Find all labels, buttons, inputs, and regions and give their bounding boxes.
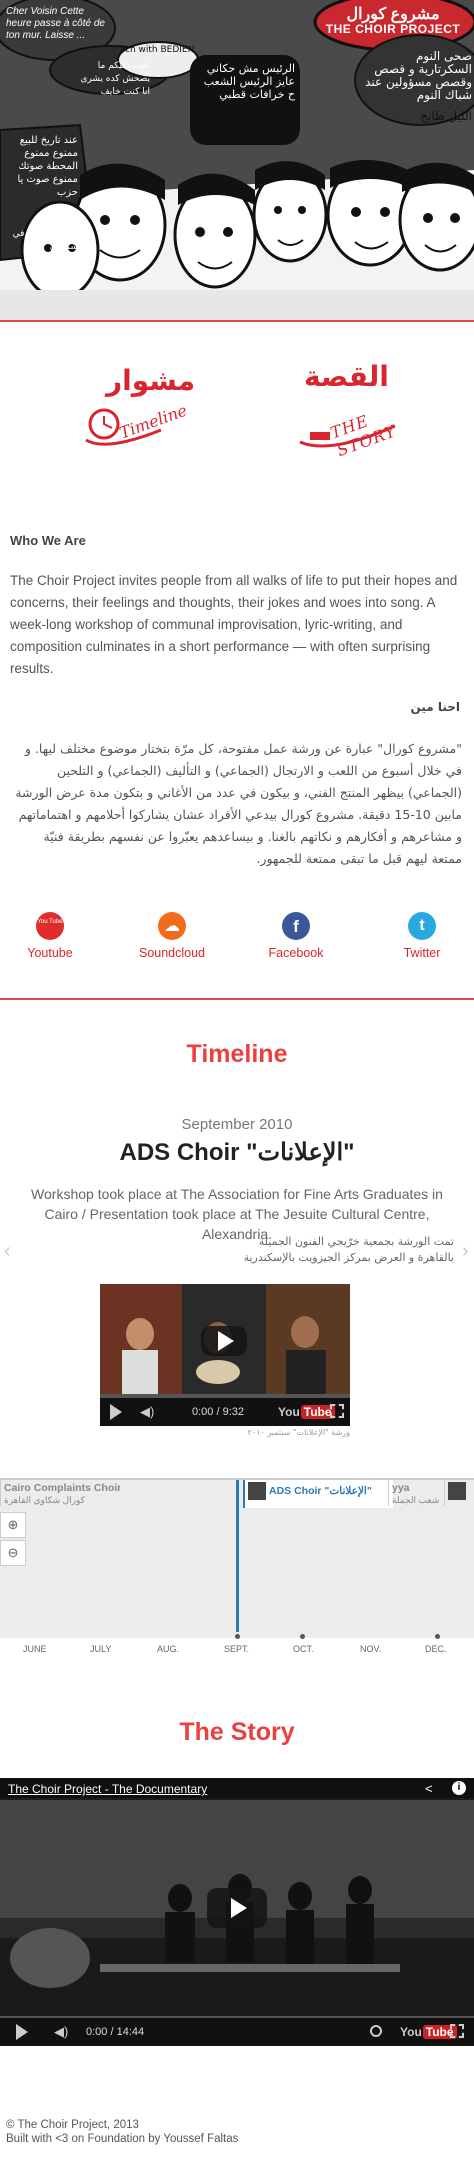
zoom-out-button[interactable]: ⊖ bbox=[0, 1540, 26, 1566]
footer: © The Choir Project, 2013 Built with <3 … bbox=[6, 2118, 238, 2146]
timeline-month: AUG. bbox=[157, 1644, 180, 1654]
timeline-month: DEC. bbox=[425, 1644, 447, 1654]
timeline-marker-title: ADS Choir "الإعلانات" bbox=[269, 1484, 372, 1497]
timeline-video-player[interactable]: ◀) 0:00 / 9:32 You Tube bbox=[100, 1284, 350, 1426]
fullscreen-icon[interactable] bbox=[450, 2024, 464, 2038]
story-badge-ar: القصة bbox=[304, 360, 389, 393]
social-label: Soundcloud bbox=[138, 946, 206, 960]
who-we-are-title-ar: احنا مين bbox=[410, 700, 460, 714]
timeline-title: Timeline bbox=[186, 1040, 288, 1068]
timeline-event-headline: ADS Choir "الإعلانات" bbox=[119, 1139, 355, 1166]
video-controls: ◀) 0:00 / 9:32 You Tube bbox=[100, 1398, 350, 1426]
facebook-icon: f bbox=[282, 912, 310, 940]
timeline-month: NOV. bbox=[360, 1644, 382, 1654]
hero-bubble-ar-right: صحى النوم السكرتارية و قصص وقصص مسؤولين … bbox=[365, 49, 472, 102]
hero-divider bbox=[0, 320, 474, 322]
brand-english: THE CHOIR PROJECT bbox=[325, 22, 461, 36]
video-play-overlay[interactable] bbox=[201, 1326, 247, 1356]
timeline-event-date: September 2010 bbox=[181, 1116, 293, 1133]
footer-credit: Built with <3 on Foundation by Youssef F… bbox=[6, 2133, 239, 2145]
youtube-icon: You Tube bbox=[36, 912, 64, 940]
hero-bubble-ar-right2: الليل طابخ bbox=[420, 109, 472, 123]
timeline-marker-subtitle: شعب الجملة bbox=[392, 1495, 440, 1505]
hero-bubble-french: Cher Voisin Cette heure passe à côté de … bbox=[6, 6, 105, 41]
soundcloud-icon-glyph: ☁ bbox=[164, 918, 180, 935]
section-divider bbox=[0, 998, 474, 1000]
twitter-icon-glyph: t bbox=[419, 917, 425, 934]
social-link-twitter[interactable]: t Twitter bbox=[372, 912, 472, 960]
brand-arabic: مشروع كورال bbox=[346, 6, 440, 23]
youtube-logo-icon[interactable]: You Tube bbox=[400, 2025, 457, 2039]
timeline-marker-thumbnail bbox=[448, 1482, 466, 1500]
video-time: 0:00 / 14:44 bbox=[86, 2026, 145, 2038]
volume-icon[interactable]: ◀) bbox=[54, 2024, 68, 2040]
social-link-youtube[interactable]: You Tube Youtube bbox=[0, 912, 100, 960]
who-we-are-title: Who We Are bbox=[10, 533, 86, 548]
timeline-navigator[interactable]: Cairo Complaints Choir كورال شكاوي القاه… bbox=[0, 1478, 474, 1656]
timeline-marker-title: yya bbox=[392, 1482, 410, 1494]
soundcloud-icon: ☁ bbox=[158, 912, 186, 940]
play-icon[interactable] bbox=[110, 1404, 122, 1420]
social-label: Twitter bbox=[403, 946, 441, 960]
video-controls: ◀) 0:00 / 14:44 You Tube bbox=[0, 2018, 474, 2046]
hero-bubble-ar-left2: صوت يا حزب في شمسي bbox=[12, 229, 78, 252]
video-time: 0:00 / 9:32 bbox=[192, 1406, 244, 1418]
timeline-prev-arrow[interactable]: ‹ bbox=[4, 1240, 14, 1280]
timeline-month: JUNE bbox=[23, 1644, 47, 1654]
watch-later-icon[interactable] bbox=[370, 2025, 382, 2037]
footer-copyright: © The Choir Project, 2013 bbox=[6, 2119, 139, 2131]
hero-bubble-en: lich with BEDIEN bbox=[120, 45, 195, 55]
timeline-month: SEPT. bbox=[224, 1644, 250, 1654]
timeline-marker[interactable]: Cairo Complaints Choir كورال شكاوي القاه… bbox=[0, 1480, 120, 1506]
timeline-month: JULY bbox=[90, 1644, 112, 1654]
timeline-current-line bbox=[236, 1480, 239, 1632]
timeline-next-arrow[interactable]: › bbox=[462, 1240, 472, 1280]
story-video-player[interactable]: The Choir Project - The Documentary < i … bbox=[0, 1778, 474, 2046]
share-icon[interactable]: < bbox=[425, 1781, 433, 1796]
timeline-event-description-ar: تمت الورشة بجمعية خرّيجي الفنون الجميلة … bbox=[243, 1235, 454, 1264]
timeline-dot bbox=[235, 1634, 240, 1639]
hero-bubble-ar-topleft: عيب عليكم ما يصحش كده يشرى انا كنت خايف bbox=[80, 61, 150, 97]
who-we-are-body: The Choir Project invites people from al… bbox=[10, 573, 458, 676]
twitter-icon: t bbox=[408, 912, 436, 940]
social-link-soundcloud[interactable]: ☁ Soundcloud bbox=[122, 912, 222, 960]
volume-icon[interactable]: ◀) bbox=[140, 1404, 154, 1420]
who-we-are-body-ar: "مشروع كورال" عبارة عن ورشة عمل مفتوحة، … bbox=[15, 741, 462, 866]
fullscreen-icon[interactable] bbox=[330, 1404, 344, 1418]
timeline-marker-thumbnail bbox=[248, 1482, 266, 1500]
info-icon[interactable]: i bbox=[452, 1781, 466, 1795]
social-label: Facebook bbox=[268, 946, 324, 960]
story-title: The Story bbox=[179, 1718, 295, 1746]
story-badge[interactable]: القصة THE STORY bbox=[290, 360, 410, 460]
timeline-marker[interactable]: yya شعب الجملة bbox=[388, 1480, 444, 1506]
timeline-dot bbox=[435, 1634, 440, 1639]
hero-illustration: Cher Voisin Cette heure passe à côté de … bbox=[0, 0, 474, 320]
timeline-dot bbox=[300, 1634, 305, 1639]
zoom-in-button[interactable]: ⊕ bbox=[0, 1512, 26, 1538]
video-play-overlay[interactable] bbox=[207, 1888, 267, 1928]
timeline-badge[interactable]: مشوار Timeline bbox=[66, 360, 195, 460]
timeline-marker[interactable] bbox=[444, 1480, 474, 1506]
social-label: Youtube bbox=[27, 946, 73, 960]
timeline-marker-title: Cairo Complaints Choir bbox=[4, 1482, 120, 1494]
hero-bubble-ar-center: الرئيس مش حكاني عايز الرئيس الشعب ح خراف… bbox=[203, 62, 295, 101]
youtube-icon-glyph: You Tube bbox=[37, 919, 63, 925]
facebook-icon-glyph: f bbox=[293, 917, 299, 936]
youtube-logo-icon[interactable]: You Tube bbox=[278, 1405, 335, 1419]
hero-bubble-ar-left: عند تاريخ للبيع ممنوع ممنوع المحطة صوتك … bbox=[17, 135, 78, 198]
social-link-facebook[interactable]: f Facebook bbox=[246, 912, 346, 960]
timeline-marker-active[interactable]: ADS Choir "الإعلانات" bbox=[243, 1480, 393, 1508]
timeline-marker-subtitle: كورال شكاوي القاهرة bbox=[4, 1495, 85, 1505]
story-video-title-link[interactable]: The Choir Project - The Documentary bbox=[8, 1782, 207, 1796]
timeline-video-caption: ورشة "الإعلانات" سبتمبر ٢٠١٠ bbox=[247, 1428, 350, 1437]
timeline-month: OCT. bbox=[293, 1644, 314, 1654]
timeline-badge-ar: مشوار bbox=[106, 364, 196, 397]
play-icon[interactable] bbox=[16, 2024, 28, 2040]
